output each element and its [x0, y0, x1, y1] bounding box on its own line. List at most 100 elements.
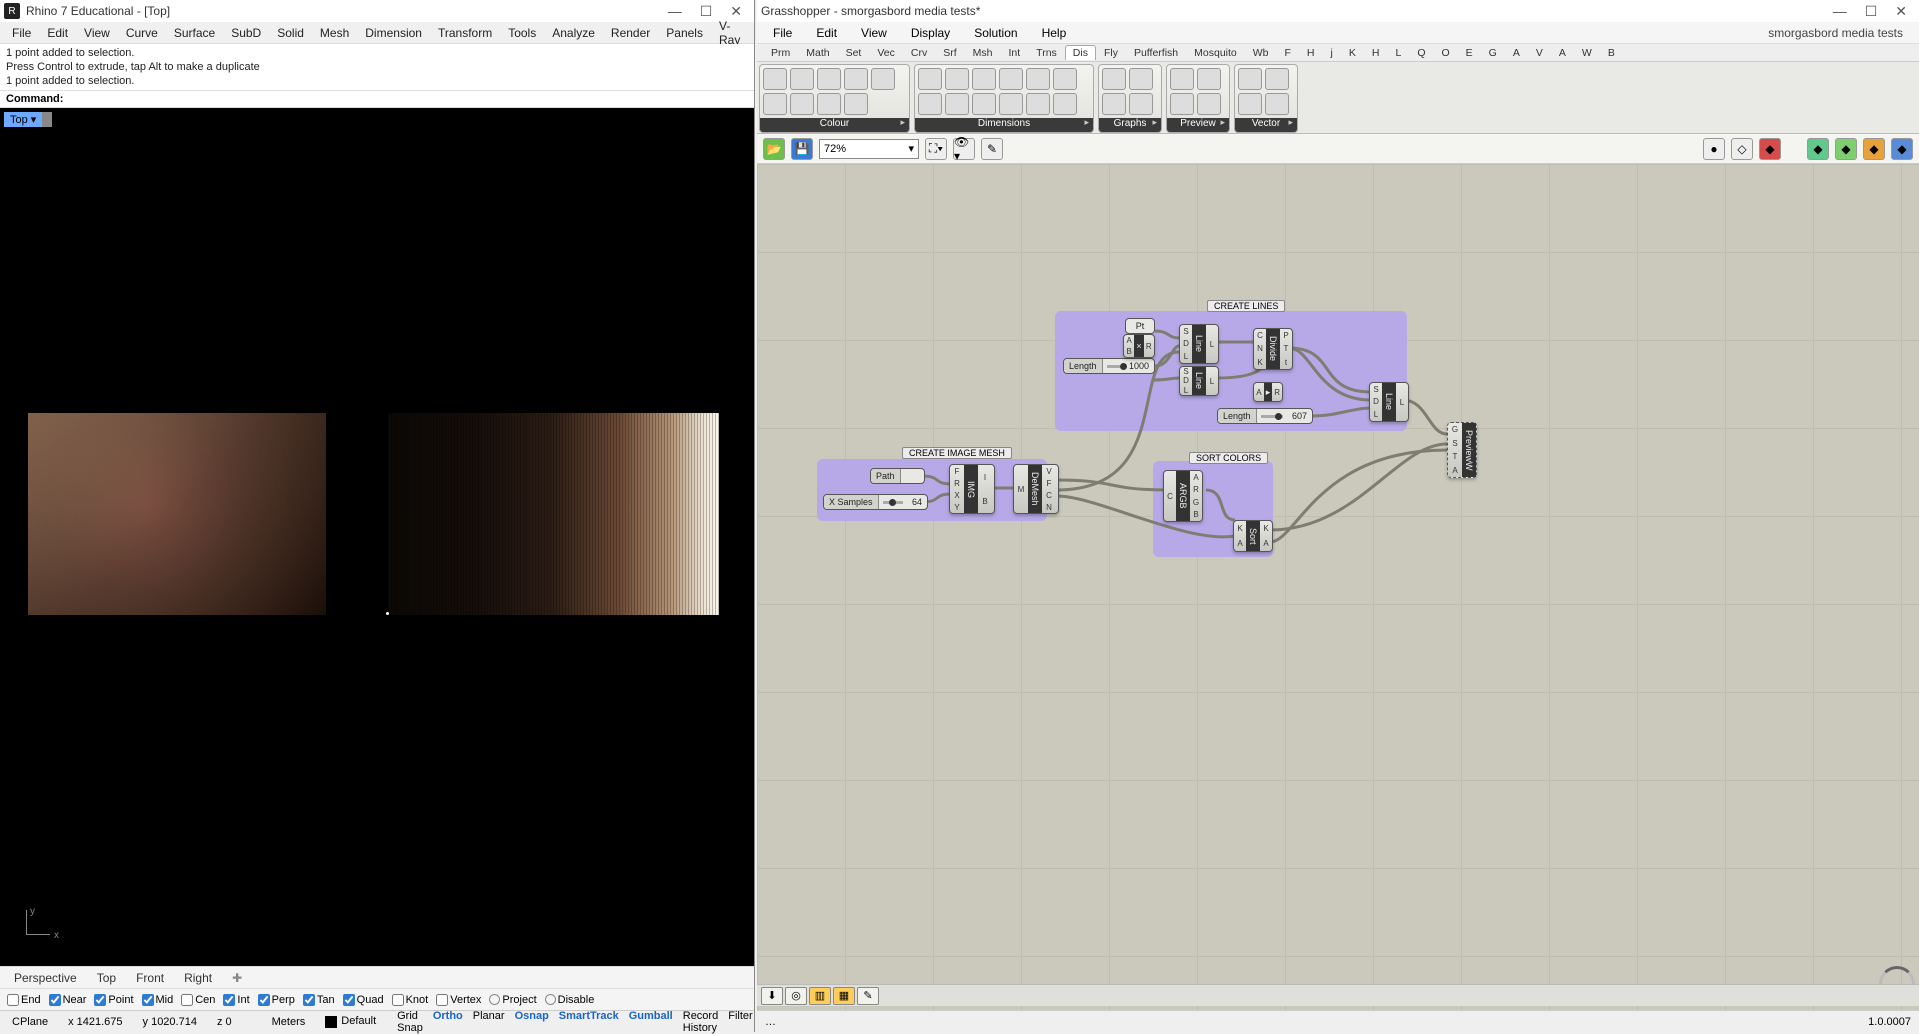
- gh-menubar[interactable]: FileEditViewDisplaySolutionHelpsmorgasbo…: [757, 22, 1919, 44]
- cat-tab-wb[interactable]: Wb: [1245, 45, 1277, 60]
- cat-tab-h[interactable]: H: [1299, 45, 1323, 60]
- component-multiply[interactable]: AB × R: [1123, 334, 1155, 358]
- ribbon-tool-icon[interactable]: [945, 93, 969, 115]
- wire-preview-button[interactable]: ◇: [1731, 138, 1753, 160]
- preview-pause-button[interactable]: ◆: [1863, 138, 1885, 160]
- menu-file[interactable]: File: [4, 26, 39, 40]
- cat-tab-math[interactable]: Math: [798, 45, 837, 60]
- cat-tab-w[interactable]: W: [1574, 45, 1600, 60]
- osnap-vertex[interactable]: Vertex: [433, 994, 484, 1006]
- view-tab-top[interactable]: Top: [89, 969, 124, 987]
- rhino-osnap-bar[interactable]: End Near Point Mid Cen Int Perp Tan Quad…: [0, 988, 754, 1010]
- menu-solid[interactable]: Solid: [269, 26, 312, 40]
- menu-tools[interactable]: Tools: [500, 26, 544, 40]
- cat-tab-b[interactable]: B: [1600, 45, 1623, 60]
- component-preview[interactable]: GSTAPreviewW: [1447, 422, 1477, 478]
- rhino-view-tabs[interactable]: PerspectiveTopFrontRight✚: [0, 966, 754, 988]
- ribbon-tool-icon[interactable]: [972, 68, 996, 90]
- osnap-tan[interactable]: Tan: [300, 994, 338, 1006]
- menu-view[interactable]: View: [851, 26, 897, 40]
- menu-transform[interactable]: Transform: [430, 26, 500, 40]
- menu-edit[interactable]: Edit: [806, 26, 847, 40]
- param-point[interactable]: Pt: [1125, 318, 1155, 334]
- menu-solution[interactable]: Solution: [964, 26, 1027, 40]
- ribbon-tool-icon[interactable]: [972, 93, 996, 115]
- component-line-3[interactable]: SDLLineL: [1369, 382, 1409, 422]
- zoom-extents-button[interactable]: ⛶▾: [925, 138, 947, 160]
- ribbon-tool-icon[interactable]: [1197, 93, 1221, 115]
- slider-length-1[interactable]: Length 1000: [1063, 358, 1155, 374]
- recompute-button[interactable]: ◆: [1891, 138, 1913, 160]
- gh-titlebar[interactable]: Grasshopper - smorgasbord media tests* —…: [757, 0, 1919, 22]
- component-line-2[interactable]: SDLLineL: [1179, 366, 1219, 396]
- menu-v-ray[interactable]: V-Ray: [711, 19, 748, 47]
- ribbon-tool-icon[interactable]: [844, 93, 868, 115]
- component-line-1[interactable]: SDLLineL: [1179, 324, 1219, 364]
- gh-canvas[interactable]: CREATE IMAGE MESH CREATE LINES SORT COLO…: [757, 164, 1919, 1032]
- toggle-grid snap[interactable]: Grid Snap: [392, 1010, 428, 1034]
- rhino-viewport[interactable]: Top ▾ y x: [0, 108, 754, 966]
- ribbon-panel-label[interactable]: Graphs: [1099, 118, 1161, 132]
- cat-tab-vec[interactable]: Vec: [869, 45, 903, 60]
- component-argb[interactable]: CARGBARGB: [1163, 470, 1203, 522]
- doc-tab-button[interactable]: ✎: [857, 987, 879, 1005]
- ribbon-tool-icon[interactable]: [1053, 93, 1077, 115]
- doc-tab-button[interactable]: ◎: [785, 987, 807, 1005]
- osnap-quad[interactable]: Quad: [340, 994, 387, 1006]
- doc-tab-button[interactable]: ⬇: [761, 987, 783, 1005]
- ribbon-panel-label[interactable]: Vector: [1235, 118, 1297, 132]
- ribbon-tool-icon[interactable]: [999, 68, 1023, 90]
- ribbon-tool-icon[interactable]: [763, 93, 787, 115]
- rhino-titlebar[interactable]: R Rhino 7 Educational - [Top] — ☐ ✕: [0, 0, 754, 22]
- ribbon-tool-icon[interactable]: [1053, 68, 1077, 90]
- ribbon-panel-label[interactable]: Dimensions: [915, 118, 1093, 132]
- view-tab-right[interactable]: Right: [176, 969, 220, 987]
- ribbon-tool-icon[interactable]: [999, 93, 1023, 115]
- cat-tab-trns[interactable]: Trns: [1028, 45, 1065, 60]
- ribbon-panel-label[interactable]: Preview: [1167, 118, 1229, 132]
- osnap-cen[interactable]: Cen: [178, 994, 218, 1006]
- toggle-smarttrack[interactable]: SmartTrack: [554, 1010, 624, 1034]
- rhino-menubar[interactable]: FileEditViewCurveSurfaceSubDSolidMeshDim…: [0, 22, 754, 44]
- maximize-icon[interactable]: ☐: [700, 3, 713, 20]
- toggle-record history[interactable]: Record History: [678, 1010, 723, 1034]
- cat-tab-prm[interactable]: Prm: [763, 45, 798, 60]
- ribbon-tool-icon[interactable]: [1129, 93, 1153, 115]
- cat-tab-q[interactable]: Q: [1409, 45, 1433, 60]
- osnap-end[interactable]: End: [4, 994, 44, 1006]
- ribbon-tool-icon[interactable]: [1197, 68, 1221, 90]
- slider-length-2[interactable]: Length 607: [1217, 408, 1313, 424]
- rhino-status-toggles[interactable]: Grid SnapOrthoPlanarOsnapSmartTrackGumba…: [392, 1010, 776, 1034]
- ribbon-tool-icon[interactable]: [790, 93, 814, 115]
- ribbon-tool-icon[interactable]: [1238, 68, 1262, 90]
- ribbon-tool-icon[interactable]: [1026, 68, 1050, 90]
- cat-tab-a[interactable]: A: [1551, 45, 1574, 60]
- ribbon-tool-icon[interactable]: [1102, 93, 1126, 115]
- open-file-button[interactable]: 📂: [763, 138, 785, 160]
- cat-tab-mosquito[interactable]: Mosquito: [1186, 45, 1245, 60]
- ribbon-tool-icon[interactable]: [871, 68, 895, 90]
- rhino-command-line[interactable]: Command:: [0, 91, 754, 108]
- minimize-icon[interactable]: —: [668, 3, 682, 20]
- preview-settings-button[interactable]: 👁▾: [953, 138, 975, 160]
- status-cplane[interactable]: CPlane: [4, 1016, 56, 1028]
- component-relay[interactable]: A▸R: [1253, 382, 1283, 402]
- gh-doc-buttons[interactable]: ⬇ ◎ ▥ ▦ ✎: [757, 984, 1919, 1006]
- menu-view[interactable]: View: [76, 26, 118, 40]
- param-path[interactable]: Path: [870, 468, 925, 484]
- ribbon-tool-icon[interactable]: [790, 68, 814, 90]
- cat-tab-int[interactable]: Int: [1000, 45, 1028, 60]
- cat-tab-srf[interactable]: Srf: [935, 45, 964, 60]
- ribbon-tool-icon[interactable]: [817, 68, 841, 90]
- toggle-filter[interactable]: Filter: [723, 1010, 757, 1034]
- doc-tab-button[interactable]: ▥: [809, 987, 831, 1005]
- osnap-project[interactable]: Project: [486, 994, 539, 1006]
- cat-tab-o[interactable]: O: [1433, 45, 1457, 60]
- cat-tab-v[interactable]: V: [1528, 45, 1551, 60]
- cat-tab-f[interactable]: F: [1277, 45, 1299, 60]
- toggle-osnap[interactable]: Osnap: [510, 1010, 554, 1034]
- ribbon-tool-icon[interactable]: [1265, 93, 1289, 115]
- toggle-ortho[interactable]: Ortho: [428, 1010, 468, 1034]
- zoom-selector[interactable]: 72%▾: [819, 139, 919, 159]
- menu-dimension[interactable]: Dimension: [357, 26, 430, 40]
